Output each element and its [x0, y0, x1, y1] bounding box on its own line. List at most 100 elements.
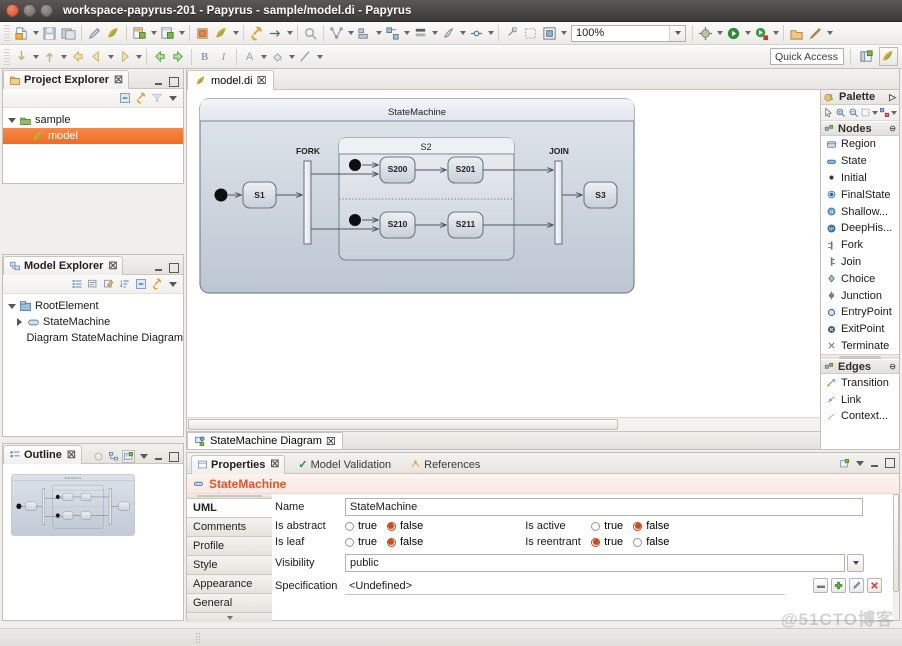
close-icon[interactable]: ☒	[270, 459, 279, 470]
radio-unselected[interactable]	[345, 521, 354, 531]
next-dropdown[interactable]	[134, 48, 143, 66]
palette-item-link[interactable]: Link	[821, 391, 899, 408]
tree-row-statemachine[interactable]: StateMachine	[3, 314, 183, 330]
radio-selected[interactable]	[633, 521, 643, 531]
name-field[interactable]: StateMachine	[345, 498, 863, 516]
outline-thumbnail[interactable]: StateMachine	[11, 474, 135, 536]
link-icon[interactable]	[150, 278, 163, 291]
radio-unselected[interactable]	[591, 521, 601, 531]
layout-icon[interactable]	[327, 24, 346, 43]
maximize-icon[interactable]	[167, 261, 180, 274]
snap-icon[interactable]	[502, 24, 521, 43]
tab-model-di[interactable]: model.di ☒	[187, 70, 275, 90]
italic-icon[interactable]: I	[214, 47, 233, 66]
open-type-icon[interactable]	[787, 24, 806, 43]
maximize-icon[interactable]	[167, 75, 180, 88]
marquee-dropdown[interactable]	[872, 104, 878, 122]
maximize-icon[interactable]	[167, 450, 180, 463]
twisty-open-icon[interactable]	[7, 302, 16, 311]
arrow-right-icon[interactable]	[266, 24, 285, 43]
add-icon[interactable]	[831, 578, 846, 593]
up-arrow-icon[interactable]	[40, 47, 59, 66]
search-icon[interactable]	[301, 24, 320, 43]
visibility-field[interactable]: public	[345, 554, 845, 572]
zoom-in-icon[interactable]	[835, 106, 846, 119]
link-icon[interactable]	[247, 24, 266, 43]
side-tab-appearance[interactable]: Appearance	[187, 575, 272, 594]
quick-access-input[interactable]: Quick Access	[770, 48, 844, 65]
external-tools-icon[interactable]	[752, 24, 771, 43]
radio-selected[interactable]	[591, 537, 601, 547]
papyrus-dropdown[interactable]	[231, 24, 240, 42]
palette-item-finalstate[interactable]: FinalState	[821, 186, 899, 203]
palette-item-choice[interactable]: Choice	[821, 270, 899, 287]
collapse-icon[interactable]: ⊖	[889, 124, 896, 133]
zoom-out-icon[interactable]	[847, 106, 858, 119]
palette-group-nodes[interactable]: Nodes ⊖	[821, 121, 899, 136]
side-tab-uml[interactable]: UML	[187, 499, 272, 518]
palette-item-shallow-history[interactable]: H Shallow...	[821, 203, 899, 220]
twisty-open-icon[interactable]	[7, 116, 16, 125]
route-icon[interactable]	[467, 24, 486, 43]
side-tab-style[interactable]: Style	[187, 556, 272, 575]
run-icon[interactable]	[724, 24, 743, 43]
align-icon[interactable]	[355, 24, 374, 43]
select-tool-icon[interactable]	[823, 106, 834, 119]
minimize-icon[interactable]	[152, 75, 165, 88]
palette-scroll-indicator[interactable]	[821, 354, 899, 360]
tab-model-validation[interactable]: ✓ Model Validation	[292, 455, 397, 474]
radio-selected[interactable]	[386, 521, 396, 531]
format-dropdown[interactable]	[891, 104, 897, 122]
tab-properties[interactable]: Properties ☒	[191, 454, 286, 474]
new-diagram-icon[interactable]	[158, 24, 177, 43]
new-diagram-dropdown[interactable]	[177, 24, 186, 42]
view-menu-icon[interactable]	[137, 450, 150, 463]
back-icon[interactable]	[68, 47, 87, 66]
palette-item-terminate[interactable]: Terminate	[821, 338, 899, 355]
tab-model-explorer[interactable]: Model Explorer ☒	[3, 256, 124, 275]
overview-icon[interactable]	[122, 450, 135, 463]
radio-unselected[interactable]	[345, 537, 354, 547]
is-active-true-radio[interactable]: true	[591, 520, 623, 532]
new-model-dropdown[interactable]	[149, 24, 158, 42]
bold-icon[interactable]: B	[195, 47, 214, 66]
side-tab-profile[interactable]: Profile	[187, 537, 272, 556]
is-active-false-radio[interactable]: false	[633, 520, 669, 532]
palette-group-edges[interactable]: Edges ⊖	[821, 359, 899, 375]
palette-item-initial[interactable]: Initial	[821, 170, 899, 187]
statemachine-diagram[interactable]: StateMachine FORK JOIN S2 S1 S3 S200 S20…	[199, 98, 643, 309]
prev-icon[interactable]	[87, 47, 106, 66]
is-leaf-false-radio[interactable]: false	[386, 536, 423, 548]
is-abstract-false-radio[interactable]: false	[386, 520, 423, 532]
hierarchy-icon[interactable]	[107, 450, 120, 463]
papyrus-icon[interactable]	[104, 24, 123, 43]
prev-dropdown[interactable]	[106, 48, 115, 66]
distribute-icon[interactable]	[383, 24, 402, 43]
pencil-icon[interactable]	[85, 24, 104, 43]
right-green-icon[interactable]	[169, 47, 188, 66]
close-icon[interactable]: ☒	[114, 75, 123, 86]
is-leaf-true-radio[interactable]: true	[345, 536, 377, 548]
arrow-dropdown[interactable]	[285, 24, 294, 42]
align-dropdown[interactable]	[374, 24, 383, 42]
close-icon[interactable]: ☒	[67, 450, 76, 461]
side-tab-general[interactable]: General	[187, 594, 272, 613]
next-icon[interactable]	[115, 47, 134, 66]
down-dropdown[interactable]	[31, 48, 40, 66]
edit-icon[interactable]	[849, 578, 864, 593]
palette-item-transition[interactable]: Transition	[821, 374, 899, 391]
maximize-icon[interactable]	[883, 457, 896, 470]
external-tools-dropdown[interactable]	[771, 24, 780, 42]
filter-icon[interactable]	[150, 92, 163, 105]
view-menu-icon[interactable]	[166, 278, 179, 291]
view-menu-icon[interactable]	[853, 457, 866, 470]
palette-item-state[interactable]: State	[821, 153, 899, 170]
grid-icon[interactable]	[521, 24, 540, 43]
tab-project-explorer[interactable]: Project Explorer ☒	[3, 70, 129, 89]
distribute-dropdown[interactable]	[402, 24, 411, 42]
collapse-all-icon[interactable]	[134, 278, 147, 291]
properties-vertical-scrollbar[interactable]	[893, 494, 899, 620]
maximize-icon[interactable]	[40, 4, 53, 17]
palette-item-junction[interactable]: Junction	[821, 287, 899, 304]
papyrus-perspective-icon[interactable]	[212, 24, 231, 43]
